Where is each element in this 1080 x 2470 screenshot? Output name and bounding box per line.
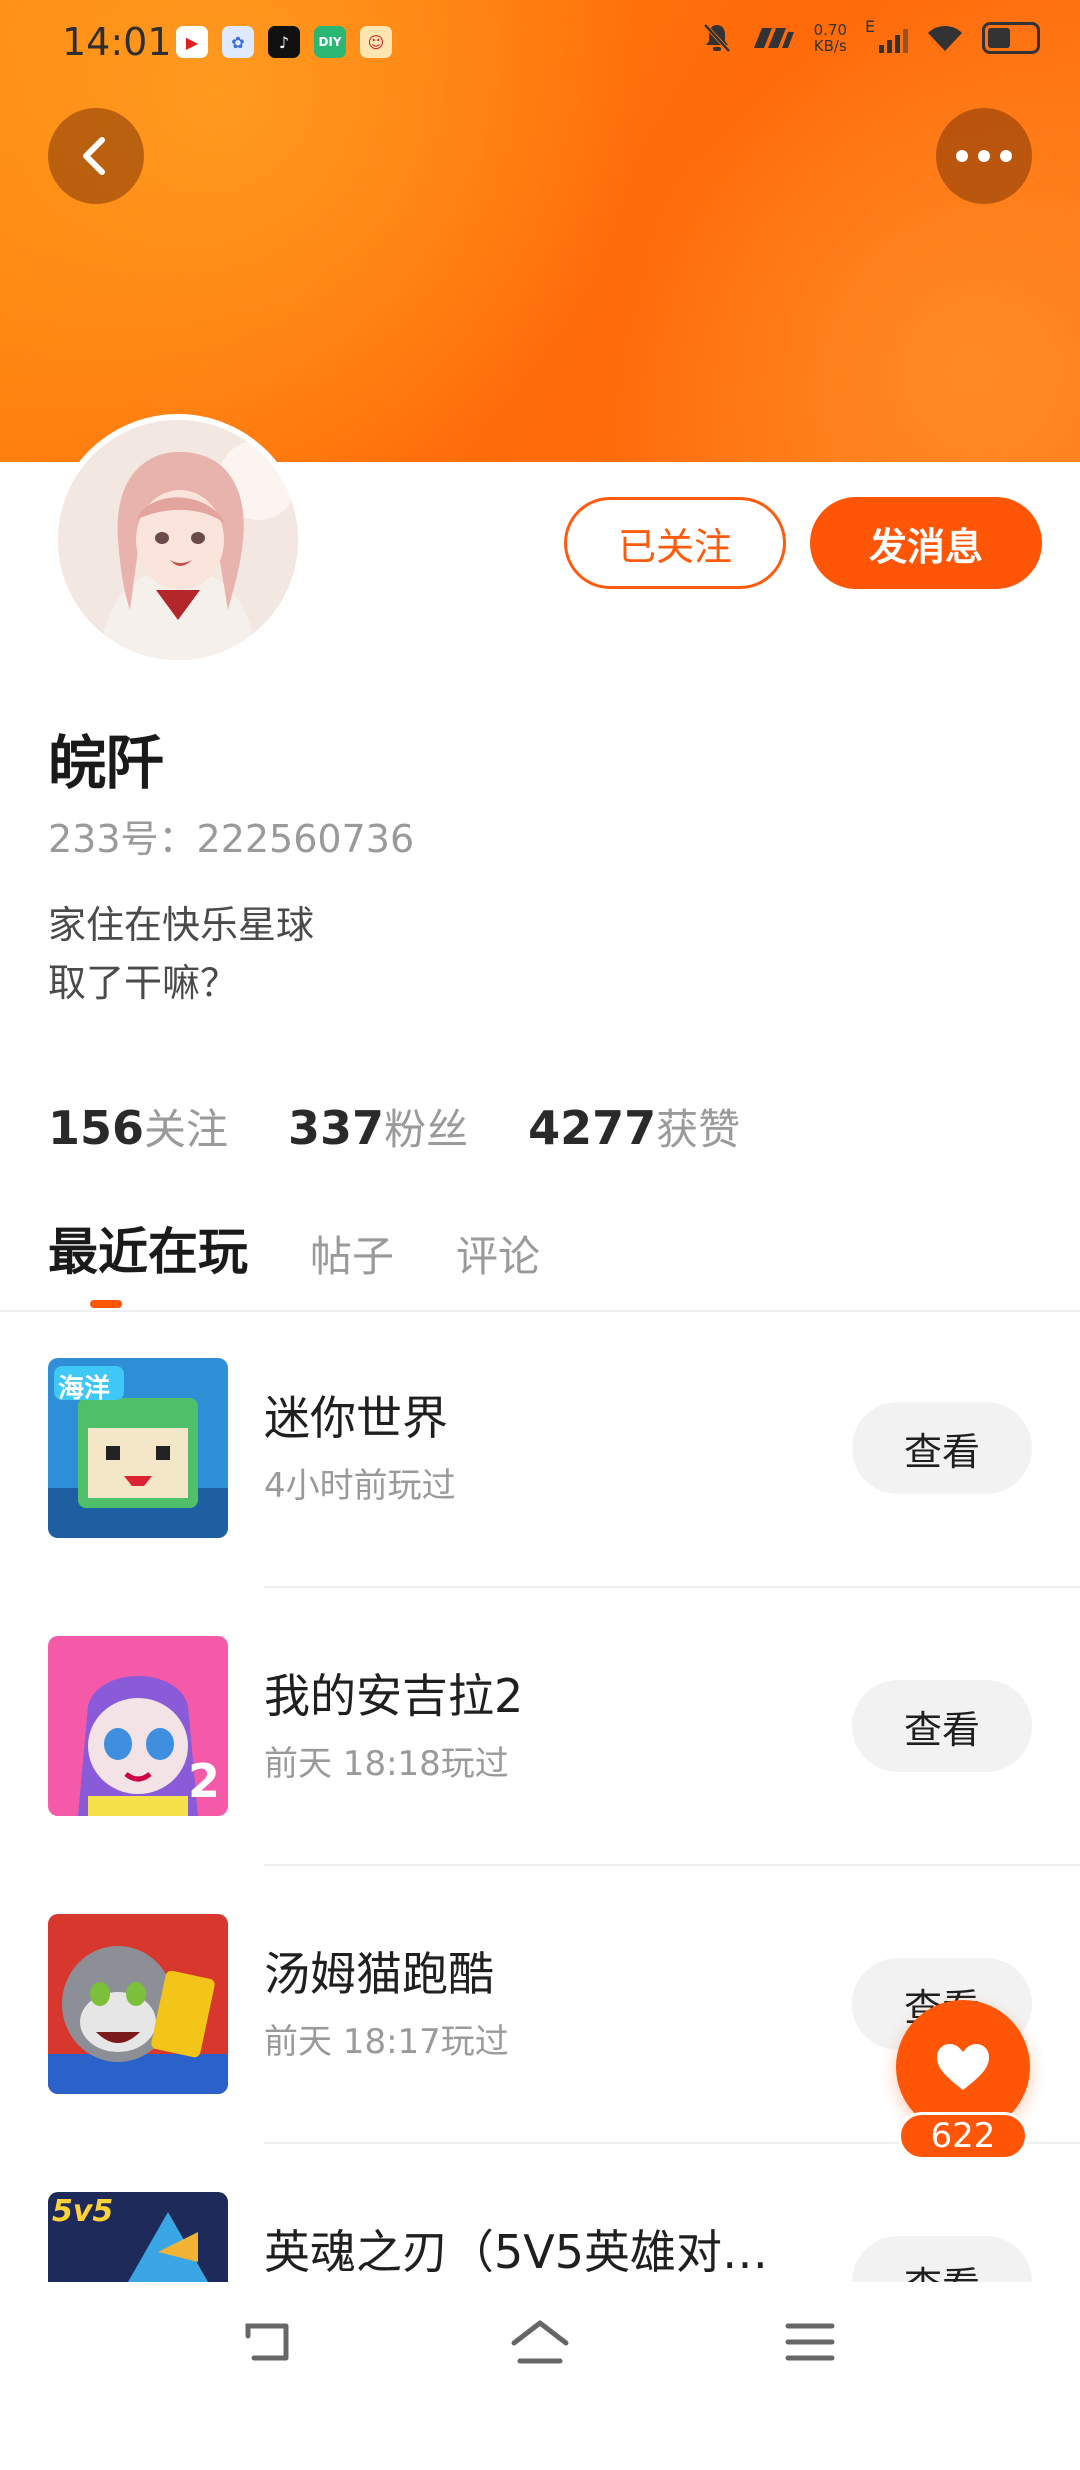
stat-likes[interactable]: 4277获赞 — [528, 1096, 740, 1157]
last-played: 前天 18:18玩过 — [264, 1744, 509, 1784]
battery-icon — [982, 22, 1040, 54]
stat-number: 337 — [288, 1101, 385, 1155]
like-count: 622 — [898, 2112, 1028, 2160]
diy-app-icon: DIY — [314, 26, 346, 58]
network-speed: 0.70 KB/s — [814, 22, 847, 54]
profile-tabs: 最近在玩 帖子 评论 — [48, 1212, 540, 1284]
net-speed-value: 0.70 — [813, 21, 847, 39]
talking-tom-gold-run-icon — [48, 1914, 228, 2094]
back-button[interactable] — [48, 108, 144, 204]
stat-following[interactable]: 156关注 — [48, 1096, 228, 1157]
hd-signal-icon — [753, 28, 794, 48]
game-badge: 海洋 — [58, 1374, 111, 1404]
mini-world-icon: 海洋 — [48, 1358, 228, 1538]
nav-menu-icon — [785, 2323, 835, 2361]
view-button[interactable]: 查看 — [852, 1402, 1032, 1494]
active-tab-indicator — [90, 1300, 122, 1308]
video-app-icon: ▶ — [176, 26, 208, 58]
my-angela-2-icon: 2 — [48, 1636, 228, 1816]
game-name: 迷你世界 — [264, 1391, 448, 1445]
view-button[interactable]: 查看 — [852, 1680, 1032, 1772]
stat-label: 粉丝 — [384, 1105, 469, 1154]
avatar-image — [58, 420, 298, 660]
stat-label: 关注 — [144, 1105, 229, 1154]
notification-icons: ▶ ✿ ♪ DIY ☺ — [176, 26, 392, 58]
send-message-button[interactable]: 发消息 — [810, 497, 1042, 589]
game-app-icon: ✿ — [222, 26, 254, 58]
bio-line: 取了干嘛？ — [48, 961, 239, 1005]
followed-button[interactable]: 已关注 — [564, 497, 786, 589]
divider — [264, 1864, 1080, 1866]
game-list-item[interactable]: 海洋 迷你世界 4小时前玩过 查看 — [0, 1358, 1080, 1636]
more-button[interactable] — [936, 108, 1032, 204]
user-bio: 家住在快乐星球 取了干嘛？ — [48, 896, 314, 1012]
divider — [0, 1310, 1080, 1312]
tab-comments[interactable]: 评论 — [456, 1223, 540, 1284]
tab-posts[interactable]: 帖子 — [310, 1223, 394, 1284]
tiktok-app-icon: ♪ — [268, 26, 300, 58]
tab-recently-played[interactable]: 最近在玩 — [48, 1212, 248, 1284]
nav-back-icon — [245, 2323, 289, 2361]
nav-menu-button[interactable] — [770, 2312, 850, 2372]
cartoon-app-icon: ☺ — [360, 26, 392, 58]
last-played: 前天 18:17玩过 — [264, 2022, 509, 2062]
nav-home-button[interactable] — [500, 2312, 580, 2372]
cell-signal: E — [865, 17, 908, 53]
status-time: 14:01 — [62, 20, 172, 64]
stat-followers[interactable]: 337粉丝 — [288, 1096, 468, 1157]
mute-bell-icon — [703, 23, 731, 53]
stat-number: 156 — [48, 1101, 145, 1155]
last-played: 4小时前玩过 — [264, 1466, 456, 1506]
stat-label: 获赞 — [656, 1105, 741, 1154]
network-type: E — [865, 17, 876, 36]
back-arrow-icon — [83, 137, 105, 175]
system-nav-bar — [0, 2282, 1080, 2408]
game-name: 汤姆猫跑酷 — [264, 1947, 494, 2001]
avatar[interactable] — [52, 414, 304, 666]
stat-number: 4277 — [528, 1101, 657, 1155]
heart-icon — [937, 2044, 989, 2090]
game-name: 英魂之刃（5V5英雄对… — [264, 2225, 769, 2279]
game-list-item[interactable]: 2 我的安吉拉2 前天 18:18玩过 查看 — [0, 1636, 1080, 1914]
status-indicators: 0.70 KB/s E — [702, 17, 1040, 54]
status-bar: 14:01 ▶ ✿ ♪ DIY ☺ 0.70 KB/s E — [0, 0, 1080, 86]
game-name: 我的安吉拉2 — [264, 1669, 524, 1723]
profile-stats: 156关注 337粉丝 4277获赞 — [48, 1096, 740, 1157]
username: 皖阡 — [48, 729, 165, 797]
net-speed-unit: KB/s — [813, 37, 847, 55]
profile-header-banner: 14:01 ▶ ✿ ♪ DIY ☺ 0.70 KB/s E — [0, 0, 1080, 462]
user-id: 233号：222560736 — [48, 817, 415, 861]
wifi-icon — [928, 25, 962, 51]
game-badge: 5v5 — [52, 2194, 114, 2229]
battery-fill — [988, 28, 1010, 48]
divider — [264, 1586, 1080, 1588]
bio-line: 家住在快乐星球 — [48, 903, 315, 947]
version-badge: 2 — [187, 1754, 220, 1808]
nav-home-icon — [511, 2320, 569, 2364]
nav-back-button[interactable] — [230, 2312, 310, 2372]
more-dots-icon — [956, 150, 1012, 162]
